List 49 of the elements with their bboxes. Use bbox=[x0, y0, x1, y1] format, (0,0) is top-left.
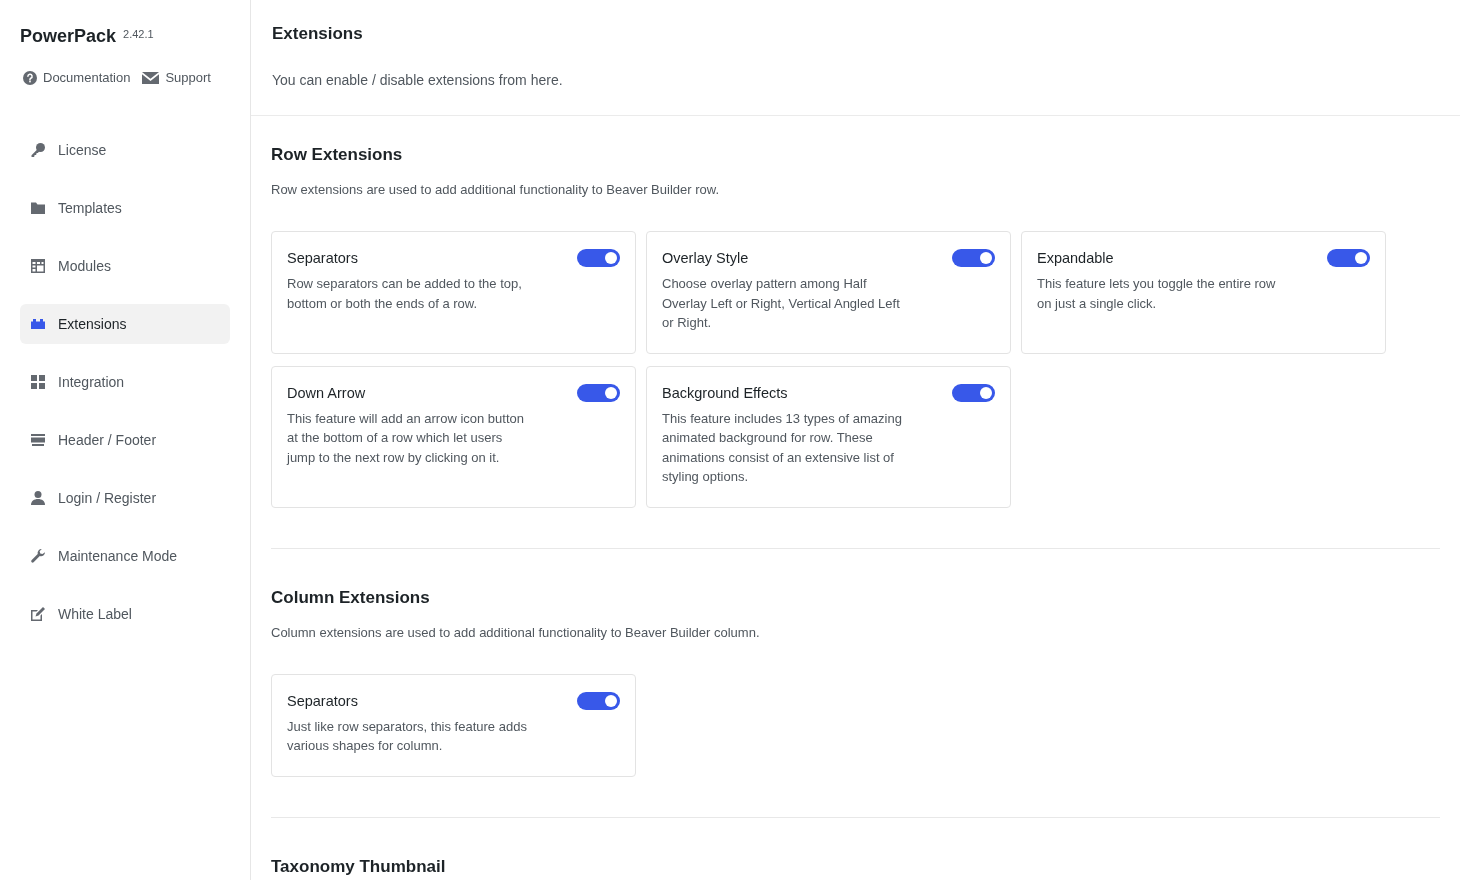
folder-icon bbox=[30, 200, 46, 216]
sidebar-link[interactable]: Documentation bbox=[23, 70, 131, 86]
nav-item[interactable]: Templates bbox=[20, 188, 230, 228]
extension-title: Separators bbox=[287, 249, 358, 268]
key-icon bbox=[30, 142, 46, 158]
brand-name: PowerPack bbox=[20, 25, 117, 47]
toggle-switch[interactable] bbox=[952, 249, 995, 267]
extension-title: Background Effects bbox=[662, 383, 788, 403]
block-icon bbox=[30, 316, 46, 332]
extension-title: Expandable bbox=[1037, 249, 1114, 268]
edit-icon bbox=[30, 606, 46, 622]
nav-item[interactable]: White Label bbox=[20, 594, 230, 634]
layout-icon bbox=[30, 432, 46, 448]
section-title: Row Extensions bbox=[271, 144, 404, 166]
section-description: Row extensions are used to add additional functionality to Beaver Builder row. bbox=[271, 181, 721, 199]
extension-title: Separators bbox=[287, 691, 358, 711]
page-description: You can enable / disable extensions from here. bbox=[272, 71, 564, 90]
nav-item[interactable]: License bbox=[20, 130, 230, 170]
nav-item[interactable]: Modules bbox=[20, 246, 230, 286]
nav-item[interactable]: Extensions bbox=[20, 304, 230, 344]
section-description: Column extensions are used to add additional functionality to Beaver Builder column. bbox=[271, 623, 761, 642]
grid-icon bbox=[30, 374, 46, 390]
toggle-switch[interactable] bbox=[577, 691, 620, 710]
toggle-switch[interactable] bbox=[577, 249, 620, 267]
extension-description: This feature will add an arrow icon button at the bottom of a row which let users jump to the next row by clicking on it. bbox=[287, 409, 525, 467]
toggle-switch[interactable] bbox=[577, 383, 620, 402]
version-label: 2.42.1 bbox=[123, 27, 154, 41]
toggle-switch[interactable] bbox=[1327, 249, 1370, 267]
extension-description: Just like row separators, this feature adds various shapes for column. bbox=[287, 717, 528, 755]
extension-title: Down Arrow bbox=[287, 383, 366, 403]
extension-description: Choose overlay pattern among Half Overlay Left or Right, Vertical Angled Left or Right. bbox=[662, 275, 901, 332]
extension-description: This feature lets you toggle the entire row on just a single click. bbox=[1037, 275, 1277, 313]
table-icon bbox=[30, 258, 46, 274]
nav-item[interactable]: Login / Register bbox=[20, 478, 230, 518]
extension-description: This feature includes 13 types of amazing animated background for row. These animations consist of an extensive list of styling options. bbox=[662, 409, 903, 486]
sidebar-link[interactable]: Support bbox=[142, 70, 211, 86]
extension-title: Overlay Style bbox=[662, 249, 749, 268]
page-title: Extensions bbox=[272, 24, 364, 44]
section-title: Taxonomy Thumbnail bbox=[271, 855, 447, 878]
nav-item[interactable]: Header / Footer bbox=[20, 420, 230, 460]
section-title: Column Extensions bbox=[271, 586, 431, 609]
envelope-icon bbox=[142, 71, 160, 85]
wrench-icon bbox=[30, 548, 46, 564]
extension-description: Row separators can be added to the top, bottom or both the ends of a row. bbox=[287, 275, 523, 313]
nav-item[interactable]: Integration bbox=[20, 362, 230, 402]
nav-item[interactable]: Maintenance Mode bbox=[20, 536, 230, 576]
help-icon bbox=[23, 71, 37, 85]
toggle-switch[interactable] bbox=[952, 383, 995, 402]
person-icon bbox=[30, 490, 46, 506]
